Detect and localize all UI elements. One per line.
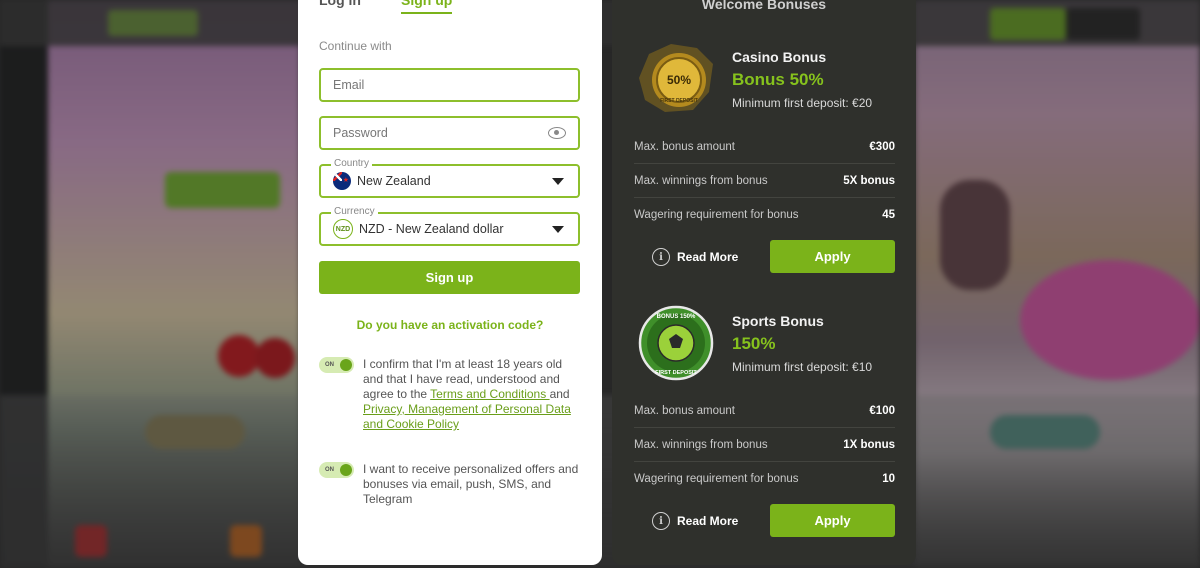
signup-button[interactable]: Sign up bbox=[319, 261, 580, 294]
casino-bonus-row: Max. winnings from bonus 5X bonus bbox=[634, 165, 895, 198]
password-input[interactable] bbox=[333, 126, 548, 140]
sports-bonus-min-deposit: Minimum first deposit: €10 bbox=[732, 360, 873, 374]
casino-bonus-name: Casino Bonus bbox=[732, 49, 827, 65]
currency-select[interactable]: NZD NZD - New Zealand dollar bbox=[319, 212, 580, 246]
country-value: New Zealand bbox=[357, 174, 431, 188]
casino-read-more-button[interactable]: i Read More bbox=[652, 248, 738, 266]
offers-consent-toggle[interactable]: ON bbox=[319, 462, 354, 478]
country-label: Country bbox=[331, 158, 373, 169]
toggle-knob bbox=[340, 464, 352, 476]
row-label: Wagering requirement for bonus bbox=[634, 472, 799, 485]
offers-consent-text: I want to receive personalized offers an… bbox=[363, 462, 579, 506]
password-field[interactable] bbox=[319, 116, 580, 150]
row-label: Max. winnings from bonus bbox=[634, 439, 768, 451]
row-label: Wagering requirement for bonus bbox=[634, 208, 799, 221]
sports-read-more-button[interactable]: i Read More bbox=[652, 512, 738, 530]
sports-bonus-row: Max. winnings from bonus 1X bonus bbox=[634, 429, 895, 462]
auth-tabs: Log in Sign up bbox=[319, 0, 453, 14]
eye-icon[interactable] bbox=[548, 127, 566, 139]
currency-label: Currency bbox=[331, 206, 378, 217]
privacy-policy-link[interactable]: Privacy, Management of Personal Data and… bbox=[363, 402, 571, 431]
row-label: Max. bonus amount bbox=[634, 405, 736, 417]
sports-bonus-name: Sports Bonus bbox=[732, 313, 824, 329]
info-icon: i bbox=[652, 248, 670, 266]
signup-panel: Log in Sign up Continue with New Zealand… bbox=[298, 0, 602, 565]
sports-badge-text: BONUS 150% bbox=[657, 314, 696, 320]
email-field[interactable] bbox=[319, 68, 580, 102]
consent-and-text: and bbox=[549, 387, 570, 401]
age-consent-toggle[interactable]: ON bbox=[319, 357, 354, 373]
row-value: 45 bbox=[882, 208, 895, 221]
row-value: €300 bbox=[869, 141, 895, 153]
row-value: €100 bbox=[869, 405, 895, 417]
read-more-label: Read More bbox=[677, 250, 739, 264]
row-label: Max. bonus amount bbox=[634, 141, 736, 153]
continue-with-label: Continue with bbox=[319, 39, 392, 53]
chevron-down-icon[interactable] bbox=[552, 177, 564, 185]
row-value: 5X bonus bbox=[843, 175, 895, 187]
sports-badge-sub: FIRST DEPOSIT bbox=[655, 370, 697, 376]
email-input[interactable] bbox=[333, 78, 566, 92]
currency-icon: NZD bbox=[333, 219, 353, 239]
terms-link[interactable]: Terms and Conditions bbox=[430, 387, 549, 401]
sports-bonus-row: Wagering requirement for bonus 10 bbox=[634, 462, 895, 495]
chevron-down-icon[interactable] bbox=[552, 225, 564, 233]
sports-bonus-percent: 150% bbox=[732, 334, 776, 353]
country-select[interactable]: New Zealand bbox=[319, 164, 580, 198]
tab-login[interactable]: Log in bbox=[319, 0, 361, 14]
welcome-bonuses-panel: Welcome Bonuses 50% FIRST DEPOSIT Casino… bbox=[612, 0, 916, 565]
casino-badge-percent: 50% bbox=[667, 73, 691, 87]
row-value: 10 bbox=[882, 472, 895, 485]
sports-bonus-badge-icon: BONUS 150% FIRST DEPOSIT bbox=[638, 305, 714, 381]
casino-bonus-percent: Bonus 50% bbox=[732, 70, 824, 89]
age-consent-text: I confirm that I'm at least 18 years old… bbox=[363, 357, 583, 432]
casino-badge-sub: FIRST DEPOSIT bbox=[660, 98, 698, 104]
read-more-label: Read More bbox=[677, 514, 739, 528]
casino-bonus-min-deposit: Minimum first deposit: €20 bbox=[732, 96, 873, 110]
casino-bonus-row: Wagering requirement for bonus 45 bbox=[634, 198, 895, 231]
casino-apply-button[interactable]: Apply bbox=[770, 240, 895, 273]
toggle-on-label: ON bbox=[325, 467, 334, 473]
info-icon: i bbox=[652, 512, 670, 530]
casino-bonus-row: Max. bonus amount €300 bbox=[634, 131, 895, 164]
tab-signup[interactable]: Sign up bbox=[401, 0, 453, 14]
row-value: 1X bonus bbox=[843, 439, 895, 451]
currency-value: NZD - New Zealand dollar bbox=[359, 222, 504, 236]
bonuses-title: Welcome Bonuses bbox=[701, 0, 827, 12]
toggle-knob bbox=[340, 359, 352, 371]
activation-code-link[interactable]: Do you have an activation code? bbox=[298, 318, 602, 332]
sports-bonus-row: Max. bonus amount €100 bbox=[634, 395, 895, 428]
new-zealand-flag-icon bbox=[333, 172, 351, 190]
row-label: Max. winnings from bonus bbox=[634, 175, 768, 187]
toggle-on-label: ON bbox=[325, 362, 334, 368]
casino-bonus-badge-icon: 50% FIRST DEPOSIT bbox=[639, 44, 713, 112]
sports-apply-button[interactable]: Apply bbox=[770, 504, 895, 537]
